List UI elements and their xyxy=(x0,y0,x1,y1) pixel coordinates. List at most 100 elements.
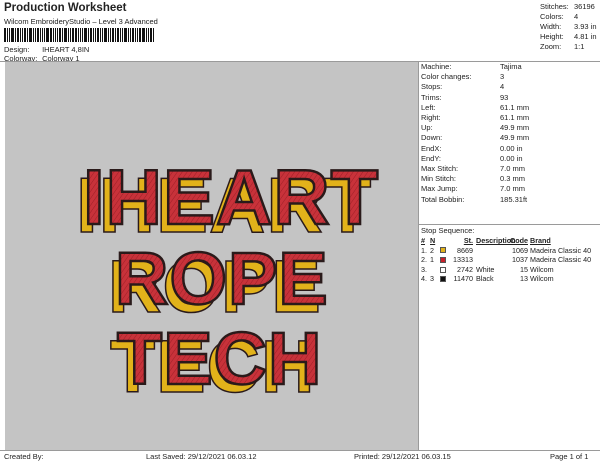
row-num: 1. xyxy=(421,245,427,255)
row-needle: 2 xyxy=(430,245,434,255)
info-value: 61.1 mm xyxy=(500,113,530,123)
stop-rows: 1. 2 8669 1069 Madeira Classic 40 2. 1 13313 103… xyxy=(421,246,599,284)
summary-label: Width: xyxy=(540,22,562,31)
design-preview: IHEART IHEART ROPE ROPE TECH TECH xyxy=(5,62,418,450)
info-row: Color changes: 3 xyxy=(421,72,599,82)
info-value: 3 xyxy=(500,72,505,82)
machine-info: Machine: Tajima Color changes: 3 Stops: 4 Trim… xyxy=(421,62,599,205)
info-row: Max Stitch: 7.0 mm xyxy=(421,164,599,174)
info-label: Max Jump: xyxy=(421,184,458,194)
summary-row: Width: 3.93 in xyxy=(540,22,598,32)
page-title: Production Worksheet xyxy=(4,2,127,14)
footer-created: Created By: xyxy=(4,452,44,461)
info-value: 185.31ft xyxy=(500,194,528,204)
barcode xyxy=(4,28,182,42)
summary-label: Height: xyxy=(540,32,564,41)
info-label: Total Bobbin: xyxy=(421,194,465,204)
design-lettering: IHEARTIHEARTROPEROPETECHTECH xyxy=(75,152,379,409)
summary-label: Zoom: xyxy=(540,42,562,51)
info-value: 7.0 mm xyxy=(500,184,526,194)
row-description xyxy=(473,246,507,256)
info-row: Right: 61.1 mm xyxy=(421,113,599,123)
row-brand: Wilcom xyxy=(530,264,554,274)
row-description xyxy=(473,255,507,265)
summary-value: 1:1 xyxy=(574,42,585,51)
design-row: Design: IHEART 4,8IN xyxy=(4,45,89,54)
row-stitches: 2742 xyxy=(457,264,473,274)
row-code: 1069 xyxy=(512,245,528,255)
footer-last-saved: Last Saved: 29/12/2021 06.03.12 xyxy=(146,452,257,461)
info-value: 7.0 mm xyxy=(500,164,526,174)
summary-row: Stitches: 36196 xyxy=(540,2,598,12)
info-label: Min Stitch: xyxy=(421,174,457,184)
row-brand: Wilcom xyxy=(530,274,554,284)
info-row: Up: 49.9 mm xyxy=(421,123,599,133)
color-swatch xyxy=(440,276,446,283)
info-value: 0.00 in xyxy=(500,153,523,163)
info-value: 49.9 mm xyxy=(500,123,530,133)
summary-row: Height: 4.81 in xyxy=(540,32,598,42)
summary-value: 36196 xyxy=(574,2,595,11)
row-code: 1037 xyxy=(512,255,528,265)
row-code: 15 xyxy=(520,264,528,274)
summary-value: 4.81 in xyxy=(574,32,597,41)
row-num: 4. xyxy=(421,274,427,284)
design-value: IHEART 4,8IN xyxy=(42,45,90,54)
header-num: # xyxy=(421,236,425,245)
summary-value: 4 xyxy=(574,12,579,21)
info-label: Trims: xyxy=(421,92,442,102)
summary-value: 3.93 in xyxy=(574,22,597,31)
info-label: Left: xyxy=(421,102,436,112)
info-value: 93 xyxy=(500,92,509,102)
info-divider xyxy=(419,224,600,225)
row-description: Black xyxy=(476,274,494,284)
canvas-divider xyxy=(418,62,419,450)
design-line-1: IHEART xyxy=(83,153,379,241)
stop-sequence-table: # N St. Description Code Brand 1. 2 8669 10… xyxy=(421,236,599,284)
info-value: 0.00 in xyxy=(500,143,523,153)
info-row: Max Jump: 7.0 mm xyxy=(421,184,599,194)
info-label: Up: xyxy=(421,123,433,133)
table-row: 1. 2 8669 1069 Madeira Classic 40 xyxy=(421,246,599,256)
embroidery-design-art: IHEARTIHEARTROPEROPETECHTECH xyxy=(75,152,379,409)
info-row: Min Stitch: 0.3 mm xyxy=(421,174,599,184)
table-row: 2. 1 13313 1037 Madeira Classic 40 xyxy=(421,255,599,265)
info-row: Trims: 93 xyxy=(421,93,599,103)
info-label: Machine: xyxy=(421,62,452,71)
header-n: N xyxy=(430,236,436,245)
row-num: 3. xyxy=(421,264,427,274)
row-stitches: 11470 xyxy=(453,274,473,284)
header-code: Code xyxy=(510,236,528,245)
row-brand: Madeira Classic 40 xyxy=(530,245,592,255)
info-row: Down: 49.9 mm xyxy=(421,133,599,143)
info-value: 4 xyxy=(500,82,505,92)
info-value: Tajima xyxy=(500,62,522,71)
info-value: 61.1 mm xyxy=(500,102,530,112)
row-stitches: 13313 xyxy=(453,255,473,265)
header-brand: Brand xyxy=(530,236,551,245)
row-swatch xyxy=(440,255,451,265)
stop-sequence-title: Stop Sequence: xyxy=(421,226,475,235)
row-needle: 1 xyxy=(430,255,434,265)
footer-printed: Printed: 29/12/2021 06.03.15 xyxy=(354,452,451,461)
info-row: Left: 61.1 mm xyxy=(421,103,599,113)
footer-page: Page 1 of 1 xyxy=(550,452,589,461)
summary-label: Stitches: xyxy=(540,2,569,11)
row-needle: 3 xyxy=(430,274,434,284)
row-code: 13 xyxy=(520,274,528,284)
summary-label: Colors: xyxy=(540,12,564,21)
summary-row: Zoom: 1:1 xyxy=(540,42,598,52)
header-stitches: St. xyxy=(463,236,473,245)
footer-divider xyxy=(0,450,600,451)
info-row: Total Bobbin: 185.31ft xyxy=(421,195,599,205)
row-brand: Madeira Classic 40 xyxy=(530,255,592,265)
color-swatch xyxy=(440,266,446,273)
info-row: Machine: Tajima xyxy=(421,62,599,72)
design-line-3: TECH xyxy=(117,317,322,400)
info-label: Color changes: xyxy=(421,72,472,82)
header-description: Description xyxy=(476,236,516,245)
row-swatch xyxy=(440,246,451,256)
design-label: Design: xyxy=(4,45,30,54)
info-value: 0.3 mm xyxy=(500,174,526,184)
row-needle xyxy=(430,265,440,275)
